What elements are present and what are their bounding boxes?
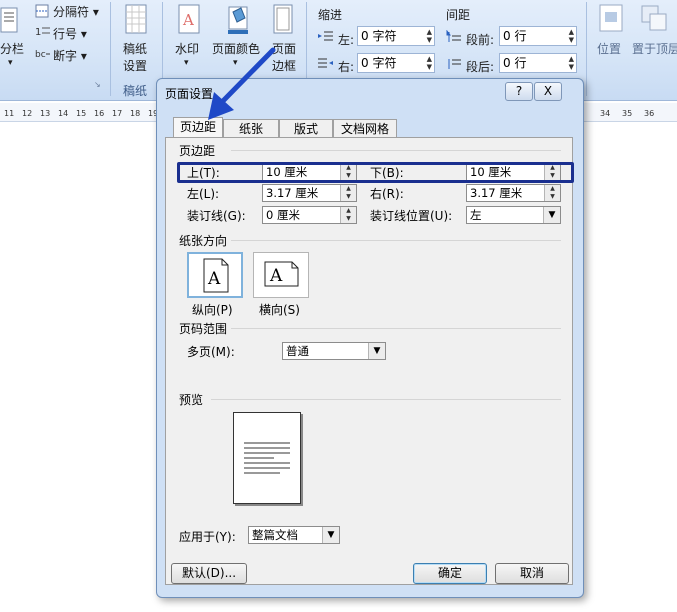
- indent-right-icon: [318, 57, 334, 71]
- close-button[interactable]: X: [534, 82, 562, 101]
- indent-left-label: 左:: [338, 33, 355, 47]
- breaks-button[interactable]: 分隔符 ▾: [53, 3, 99, 20]
- draft-group-label: 稿纸: [123, 84, 148, 98]
- left-margin-spinner[interactable]: ▲ ▼: [340, 185, 356, 201]
- draft-settings-button[interactable]: 稿纸: [123, 40, 147, 57]
- landscape-label[interactable]: 横向(S): [259, 301, 300, 318]
- orientation-glyph: A: [207, 269, 221, 289]
- spacing-before-input[interactable]: 0 行 ▲ ▼: [499, 26, 577, 46]
- pages-section-title: 页码范围: [179, 322, 228, 336]
- hyphenation-button[interactable]: 断字 ▾: [53, 47, 87, 64]
- left-margin-input[interactable]: 3.17 厘米 ▲ ▼: [262, 184, 357, 202]
- preview-lines-icon: [244, 442, 290, 474]
- default-button[interactable]: 默认(D)...: [171, 563, 247, 584]
- ruler-tick-label: 35: [622, 109, 633, 118]
- left-margin-label: 左(L):: [187, 187, 220, 201]
- margins-section-title: 页边距: [179, 144, 216, 158]
- annotation-arrow-icon: [208, 47, 276, 120]
- spacing-title: 间距: [446, 8, 471, 22]
- section-divider: [231, 328, 561, 329]
- hyphenation-icon: bc: [35, 46, 51, 60]
- group-launcher-icon[interactable]: ↘: [94, 80, 101, 89]
- svg-text:bc: bc: [35, 50, 46, 60]
- section-divider: [211, 399, 561, 400]
- chevron-down-icon[interactable]: ▼: [322, 527, 339, 543]
- cancel-button[interactable]: 取消: [495, 563, 569, 584]
- ruler-tick-label: 36: [644, 109, 655, 118]
- preview-section-title: 预览: [179, 393, 204, 407]
- breaks-icon: [35, 4, 51, 18]
- apply-to-select[interactable]: 整篇文档 ▼: [248, 526, 340, 544]
- indent-left-icon: [318, 30, 334, 44]
- indent-title: 缩进: [318, 8, 343, 22]
- line-numbers-icon: 1: [35, 24, 51, 38]
- ruler-tick-label: 11: [4, 109, 15, 118]
- indent-left-input[interactable]: 0 字符 ▲ ▼: [357, 26, 435, 46]
- tab-document-grid[interactable]: 文档网格: [333, 119, 397, 138]
- section-divider: [231, 150, 561, 151]
- ruler-tick-label: 14: [58, 109, 69, 118]
- gutter-input[interactable]: 0 厘米 ▲ ▼: [262, 206, 357, 224]
- ruler-tick-label: 15: [76, 109, 87, 118]
- page-setup-dialog: 页面设置 ? X 页边距 纸张 版式 文档网格 页边距 上(T): 10 厘米 …: [156, 78, 584, 598]
- spacing-before-label: 段前:: [466, 33, 495, 47]
- chevron-down-icon[interactable]: ▼: [543, 207, 560, 223]
- position-button[interactable]: 位置: [597, 40, 621, 57]
- ruler-tick-label: 34: [600, 109, 611, 118]
- orientation-section-title: 纸张方向: [179, 234, 228, 248]
- spacing-after-label: 段后:: [466, 60, 495, 74]
- spacing-before-icon: [446, 29, 462, 44]
- svg-text:A: A: [182, 11, 194, 29]
- right-margin-input[interactable]: 3.17 厘米 ▲ ▼: [466, 184, 561, 202]
- margins-highlight-box: [177, 162, 574, 183]
- portrait-label[interactable]: 纵向(P): [192, 301, 233, 318]
- page-color-icon[interactable]: [225, 4, 251, 36]
- ok-button[interactable]: 确定: [413, 563, 487, 584]
- gutter-label: 装订线(G):: [187, 209, 246, 223]
- multiple-pages-select[interactable]: 普通 ▼: [282, 342, 386, 360]
- draft-settings-button-line2: 设置: [123, 59, 148, 73]
- portrait-option[interactable]: A: [187, 252, 243, 298]
- section-divider: [231, 240, 561, 241]
- right-margin-label: 右(R):: [370, 187, 404, 201]
- columns-button[interactable]: 分栏: [0, 40, 24, 57]
- landscape-option[interactable]: A: [253, 252, 309, 298]
- svg-text:1: 1: [35, 27, 41, 38]
- gutter-spinner[interactable]: ▲ ▼: [340, 207, 356, 223]
- columns-icon[interactable]: [0, 6, 20, 36]
- ruler-tick-label: 16: [94, 109, 105, 118]
- ruler-tick-label: 12: [22, 109, 33, 118]
- indent-right-input[interactable]: 0 字符 ▲ ▼: [357, 53, 435, 73]
- landscape-icon: A: [264, 261, 299, 287]
- gutter-position-select[interactable]: 左 ▼: [466, 206, 561, 224]
- orientation-glyph: A: [269, 266, 283, 286]
- bring-to-front-icon[interactable]: [640, 4, 670, 34]
- apply-to-label: 应用于(Y):: [179, 530, 236, 544]
- gutter-position-label: 装订线位置(U):: [370, 209, 453, 223]
- ruler-tick-label: 18: [130, 109, 141, 118]
- line-numbers-button[interactable]: 行号 ▾: [53, 25, 87, 42]
- chevron-down-icon[interactable]: ▼: [368, 343, 385, 359]
- ruler-tick-label: 17: [112, 109, 123, 118]
- dialog-body: 页边距 上(T): 10 厘米 ▲ ▼ 下(B): 10 厘米 ▲ ▼ 左(L): …: [165, 137, 573, 585]
- ruler-tick-label: 13: [40, 109, 51, 118]
- indent-right-label: 右:: [338, 60, 355, 74]
- portrait-icon: A: [203, 258, 229, 293]
- page-border-icon[interactable]: [272, 4, 294, 36]
- bring-to-front-button[interactable]: 置于顶层: [632, 40, 677, 57]
- page-preview: [233, 412, 301, 504]
- position-icon[interactable]: [598, 4, 624, 34]
- chevron-down-icon: ▾: [8, 58, 13, 68]
- draft-paper-icon[interactable]: [124, 4, 148, 36]
- help-button[interactable]: ?: [505, 82, 533, 101]
- spacing-after-icon: [446, 57, 462, 71]
- watermark-icon[interactable]: A: [177, 4, 201, 36]
- spacing-after-input[interactable]: 0 行 ▲ ▼: [499, 53, 577, 73]
- right-margin-spinner[interactable]: ▲ ▼: [544, 185, 560, 201]
- multiple-pages-label: 多页(M):: [187, 345, 235, 359]
